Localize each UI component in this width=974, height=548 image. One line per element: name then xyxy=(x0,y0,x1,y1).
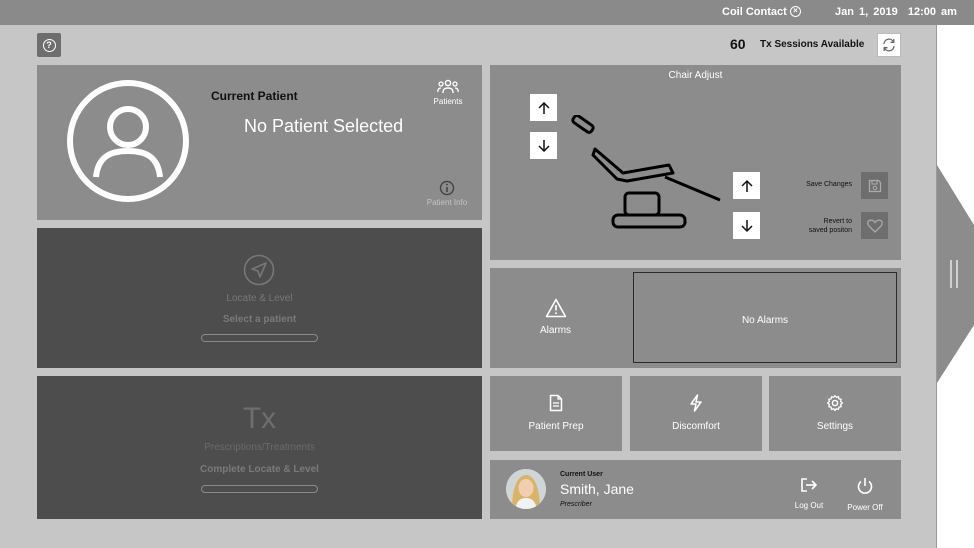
tx-icon: Tx xyxy=(242,402,277,435)
locate-level-subtext: Select a patient xyxy=(222,314,297,325)
save-changes-label: Save Changes xyxy=(806,181,852,188)
settings-button[interactable]: Settings xyxy=(769,376,901,451)
patients-label: Patients xyxy=(433,97,463,106)
user-name: Smith, Jane xyxy=(560,481,634,497)
prescriptions-label: Prescriptions/Treatments xyxy=(204,442,315,453)
patient-avatar-icon xyxy=(66,79,190,208)
arrow-down-icon xyxy=(740,219,753,232)
patient-prep-button[interactable]: Patient Prep xyxy=(490,376,622,451)
alarms-label: Alarms xyxy=(539,325,572,336)
save-icon xyxy=(868,179,881,192)
warning-icon xyxy=(545,298,567,323)
date-time: Jan 1, 2019 12:00 am xyxy=(835,6,957,18)
heart-icon xyxy=(866,219,883,233)
coil-contact-status: Coil Contact xyxy=(722,6,787,18)
logout-button[interactable]: Log Out xyxy=(791,477,827,510)
current-patient-panel: Current Patient No Patient Selected Pati… xyxy=(37,65,482,220)
current-user-label: Current User xyxy=(560,471,603,478)
document-icon xyxy=(490,394,622,412)
locate-level-label: Locate & Level xyxy=(226,293,293,304)
date-text: Jan 1, 2019 xyxy=(835,6,898,18)
refresh-button[interactable] xyxy=(877,33,901,57)
help-icon: ? xyxy=(42,38,56,52)
seat-up-button[interactable] xyxy=(733,172,760,199)
patients-group-icon xyxy=(437,79,459,94)
lightning-icon xyxy=(630,394,762,412)
arrow-up-icon xyxy=(537,101,550,114)
revert-label-line2: saved positon xyxy=(808,227,852,234)
gear-icon xyxy=(769,394,901,412)
settings-label: Settings xyxy=(816,421,854,432)
discomfort-label: Discomfort xyxy=(672,421,720,432)
power-icon xyxy=(857,478,873,494)
side-drawer-handle[interactable] xyxy=(937,165,974,383)
prescriptions-progress-bar xyxy=(201,485,318,493)
backrest-down-button[interactable] xyxy=(530,132,557,159)
help-button[interactable]: ? xyxy=(37,33,61,57)
user-role: Prescriber xyxy=(560,501,592,508)
current-user-panel: Current User Smith, Jane Prescriber Log … xyxy=(490,460,901,519)
seat-down-button[interactable] xyxy=(733,212,760,239)
sessions-count: 60 xyxy=(730,36,746,52)
logout-icon xyxy=(801,478,818,492)
alarms-list-box: No Alarms xyxy=(633,272,897,363)
revert-label-line1: Revert to xyxy=(823,218,852,225)
alarms-status: No Alarms xyxy=(741,315,789,326)
save-changes-button[interactable] xyxy=(861,172,888,199)
patient-info-label: Patient Info xyxy=(426,198,468,207)
sessions-label: Tx Sessions Available xyxy=(760,39,865,50)
power-off-button[interactable]: Power Off xyxy=(845,477,885,512)
close-circle-icon[interactable]: × xyxy=(790,6,801,17)
chair-adjust-panel: Chair Adjust Save Changes Revert to save… xyxy=(490,65,901,260)
locate-progress-bar xyxy=(201,334,318,342)
backrest-up-button[interactable] xyxy=(530,94,557,121)
current-patient-value: No Patient Selected xyxy=(244,116,404,136)
arrow-up-icon xyxy=(740,179,753,192)
prescriptions-subtext: Complete Locate & Level xyxy=(200,464,319,475)
discomfort-button[interactable]: Discomfort xyxy=(630,376,762,451)
top-status-bar: Coil Contact × Jan 1, 2019 12:00 am xyxy=(0,0,974,25)
patient-prep-label: Patient Prep xyxy=(528,421,584,432)
revert-position-label: Revert to saved positon xyxy=(790,217,852,235)
logout-label: Log Out xyxy=(794,501,824,510)
alarms-panel: Alarms No Alarms xyxy=(490,268,901,368)
chair-illustration xyxy=(565,114,725,240)
current-patient-label: Current Patient xyxy=(211,89,298,103)
refresh-icon xyxy=(883,38,895,52)
locate-level-panel: Locate & Level Select a patient xyxy=(37,228,482,368)
user-avatar xyxy=(506,469,546,509)
chair-adjust-title: Chair Adjust xyxy=(668,70,723,81)
revert-position-button[interactable] xyxy=(861,212,888,239)
locate-navigation-icon xyxy=(243,254,275,291)
prescriptions-panel: Tx Prescriptions/Treatments Complete Loc… xyxy=(37,376,482,519)
patients-button[interactable]: Patients xyxy=(427,79,469,106)
time-text: 12:00 am xyxy=(907,6,957,18)
patient-info-button[interactable]: Patient Info xyxy=(422,180,472,207)
arrow-down-icon xyxy=(537,139,550,152)
info-icon xyxy=(439,180,455,196)
power-off-label: Power Off xyxy=(847,503,883,512)
